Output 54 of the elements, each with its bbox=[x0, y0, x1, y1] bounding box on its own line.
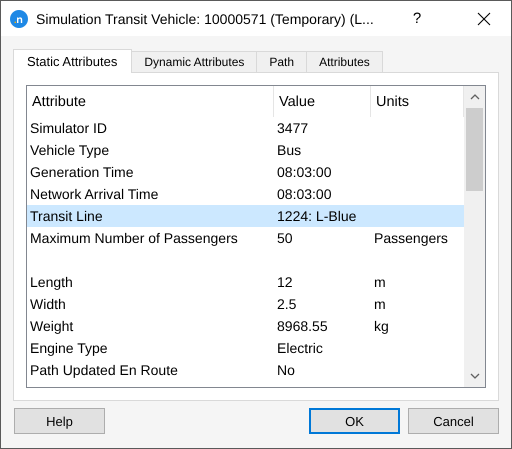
table-cell-text: Network Arrival Time bbox=[29, 186, 160, 202]
table-cell-text: Width bbox=[29, 296, 67, 312]
scroll-thumb[interactable] bbox=[466, 108, 483, 191]
tab[interactable]: Dynamic Attributes bbox=[131, 51, 258, 72]
list-row[interactable]: Weight 8968.55 kg bbox=[27, 315, 464, 337]
scroll-up-icon[interactable] bbox=[470, 94, 480, 100]
table-cell-text: Path Updated En Route bbox=[29, 362, 179, 378]
close-icon[interactable] bbox=[477, 12, 491, 26]
list-row[interactable]: Simulator ID 3477 bbox=[27, 117, 464, 139]
table-cell-text: Transit Line bbox=[29, 208, 104, 224]
table-cell-text: 2.5 bbox=[276, 296, 298, 312]
dialog-button[interactable]: Cancel bbox=[408, 408, 499, 434]
table-cell-text: 1224: L-Blue bbox=[276, 208, 358, 224]
table-cell-text: 50 bbox=[276, 230, 294, 246]
table-cell-text: Generation Time bbox=[29, 164, 134, 180]
column-header[interactable]: Attribute bbox=[27, 86, 274, 117]
list-row[interactable]: Generation Time 08:03:00 bbox=[27, 161, 464, 183]
list-row[interactable]: Engine Type Electric bbox=[27, 337, 464, 359]
table-cell-text: 3477 bbox=[276, 120, 310, 136]
dialog-button[interactable]: Help bbox=[14, 408, 105, 434]
table-cell-text: Engine Type bbox=[29, 340, 109, 356]
tab[interactable]: Static Attributes bbox=[13, 49, 132, 73]
list-row[interactable]: Transit Line 1224: L-Blue bbox=[27, 205, 464, 227]
table-cell-text: No bbox=[276, 362, 296, 378]
table-cell-text: Simulator ID bbox=[29, 120, 108, 136]
table-cell-text: Vehicle Type bbox=[29, 142, 110, 158]
dialog-button[interactable]: OK bbox=[309, 408, 400, 434]
table-cell-text: Bus bbox=[276, 142, 302, 158]
list-row[interactable]: Path Updated En Route No bbox=[27, 359, 464, 381]
table-cell-text: 08:03:00 bbox=[276, 164, 332, 180]
help-glyph[interactable]: ? bbox=[409, 10, 425, 27]
table-cell-text: Length bbox=[29, 274, 74, 290]
tab[interactable]: Path bbox=[256, 51, 308, 72]
table-cell-text: Passengers bbox=[373, 230, 449, 246]
window-title: Simulation Transit Vehicle: 10000571 (Temporary) (L... bbox=[36, 10, 375, 26]
list-row[interactable]: Vehicle Type Bus bbox=[27, 139, 464, 161]
table-cell-text: Weight bbox=[29, 318, 74, 334]
column-header[interactable]: Value bbox=[274, 86, 371, 117]
list-row[interactable]: Network Arrival Time 08:03:00 bbox=[27, 183, 464, 205]
table-cell-text: kg bbox=[373, 318, 390, 334]
tab[interactable]: Attributes bbox=[306, 51, 383, 72]
table-cell-text: m bbox=[373, 296, 387, 312]
scroll-down-icon[interactable] bbox=[470, 373, 480, 379]
table-cell-text: 8968.55 bbox=[276, 318, 329, 334]
list-row[interactable]: Width 2.5 m bbox=[27, 293, 464, 315]
table-cell-text: m bbox=[373, 274, 387, 290]
scrollbar[interactable] bbox=[464, 86, 485, 387]
app-logo-icon bbox=[10, 10, 28, 28]
table-cell-text: Maximum Number of Passengers bbox=[29, 230, 239, 246]
table-cell-text: 08:03:00 bbox=[276, 186, 332, 202]
list-row[interactable]: Length 12 m bbox=[27, 271, 464, 293]
list-row[interactable]: Maximum Number of Passengers 50 Passengers bbox=[27, 227, 464, 249]
table-cell-text: 12 bbox=[276, 274, 294, 290]
table-cell-text: Electric bbox=[276, 340, 324, 356]
